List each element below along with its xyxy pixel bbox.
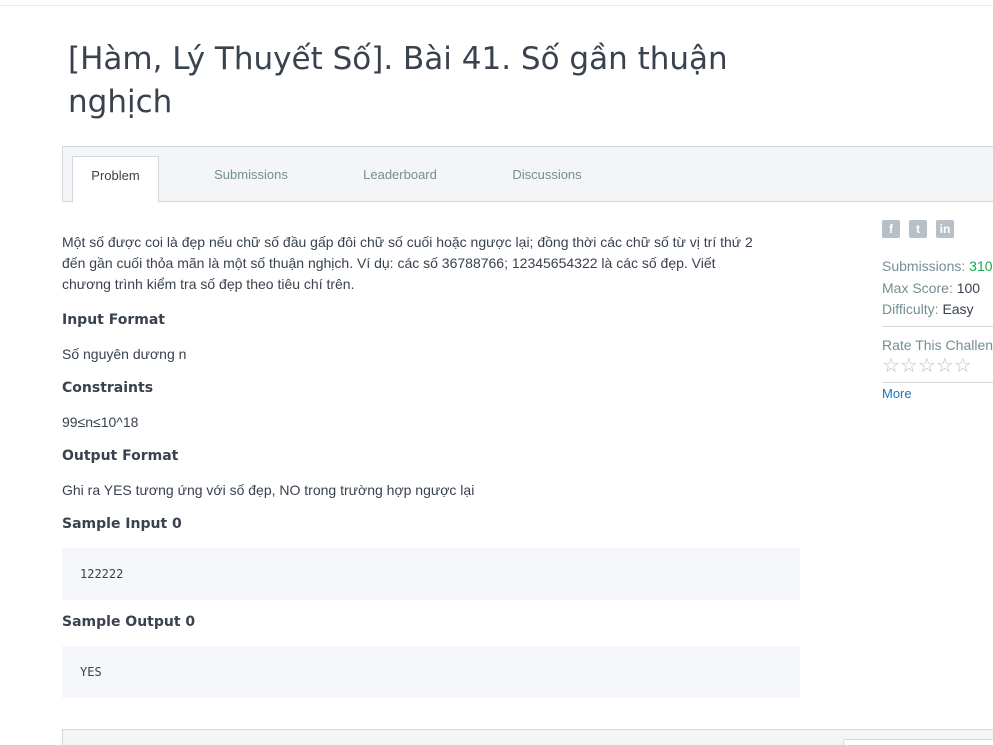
output-format-heading: Output Format (62, 448, 179, 464)
challenge-sidebar: f t in Submissions: 310 Max Score: 100 D… (882, 220, 993, 401)
sample-output-value: YES (80, 665, 102, 679)
twitter-icon[interactable]: t (909, 220, 927, 238)
sidebar-divider (882, 325, 993, 327)
sample-input-heading: Sample Input 0 (62, 516, 182, 532)
star-icon[interactable]: ☆ (882, 355, 900, 377)
sample-input-box: 122222 (62, 548, 800, 600)
description-line: Một số được coi là đẹp nếu chữ số đầu gấ… (62, 234, 753, 250)
tab-leaderboard[interactable]: Leaderboard (339, 147, 461, 202)
star-icon[interactable]: ☆ (918, 355, 936, 377)
max-score: Max Score: 100 (882, 279, 981, 296)
submissions-link[interactable]: 310 (969, 258, 992, 274)
description-line: chương trình kiểm tra số đẹp theo tiêu c… (62, 276, 355, 292)
star-icon[interactable]: ☆ (936, 355, 954, 377)
sample-input-value: 122222 (80, 567, 124, 581)
difficulty: Difficulty: Easy (882, 301, 974, 317)
tab-discussions[interactable]: Discussions (487, 147, 607, 202)
constraints-text: 99≤n≤10^18 (62, 414, 139, 430)
tab-problem[interactable]: Problem (72, 156, 159, 203)
input-format-heading: Input Format (62, 312, 165, 328)
facebook-icon[interactable]: f (882, 220, 900, 238)
rate-challenge-title: Rate This Challenge: (882, 336, 993, 353)
star-icon[interactable]: ☆ (900, 355, 918, 377)
problem-description: Một số được coi là đẹp nếu chữ số đầu gấ… (62, 232, 797, 295)
linkedin-icon[interactable]: in (936, 220, 954, 238)
description-line: đến gần cuối thỏa mãn là một số thuận ng… (62, 255, 716, 271)
constraints-heading: Constraints (62, 380, 154, 396)
share-buttons: f t in (882, 220, 993, 238)
sample-output-box: YES (62, 646, 800, 698)
star-icon[interactable]: ☆ (954, 355, 972, 377)
sample-output-heading: Sample Output 0 (62, 614, 196, 630)
more-link[interactable]: More (882, 386, 993, 401)
page-title-line2: nghịch (68, 84, 173, 120)
page-title: [Hàm, Lý Thuyết Số]. Bài 41. Số gần thuậ… (68, 38, 788, 124)
sidebar-divider (882, 381, 993, 383)
page-title-line1: [Hàm, Lý Thuyết Số]. Bài 41. Số gần thuậ… (68, 41, 728, 77)
top-divider (0, 5, 993, 6)
output-format-text: Ghi ra YES tương ứng với số đẹp, NO tron… (62, 482, 475, 498)
input-format-text: Số nguyên dương n (62, 346, 187, 362)
rating-stars[interactable]: ☆☆☆☆☆ (882, 353, 993, 378)
tab-submissions[interactable]: Submissions (191, 147, 311, 202)
tab-bar: Problem Submissions Leaderboard Discussi… (62, 146, 993, 203)
problem-statement: Một số được coi là đẹp nếu chữ số đầu gấ… (62, 230, 802, 698)
challenge-meta: Submissions: 310 Max Score: 100 Difficul… (882, 256, 993, 321)
language-select[interactable] (843, 739, 993, 745)
submissions-count: Submissions: 310 (882, 258, 993, 274)
